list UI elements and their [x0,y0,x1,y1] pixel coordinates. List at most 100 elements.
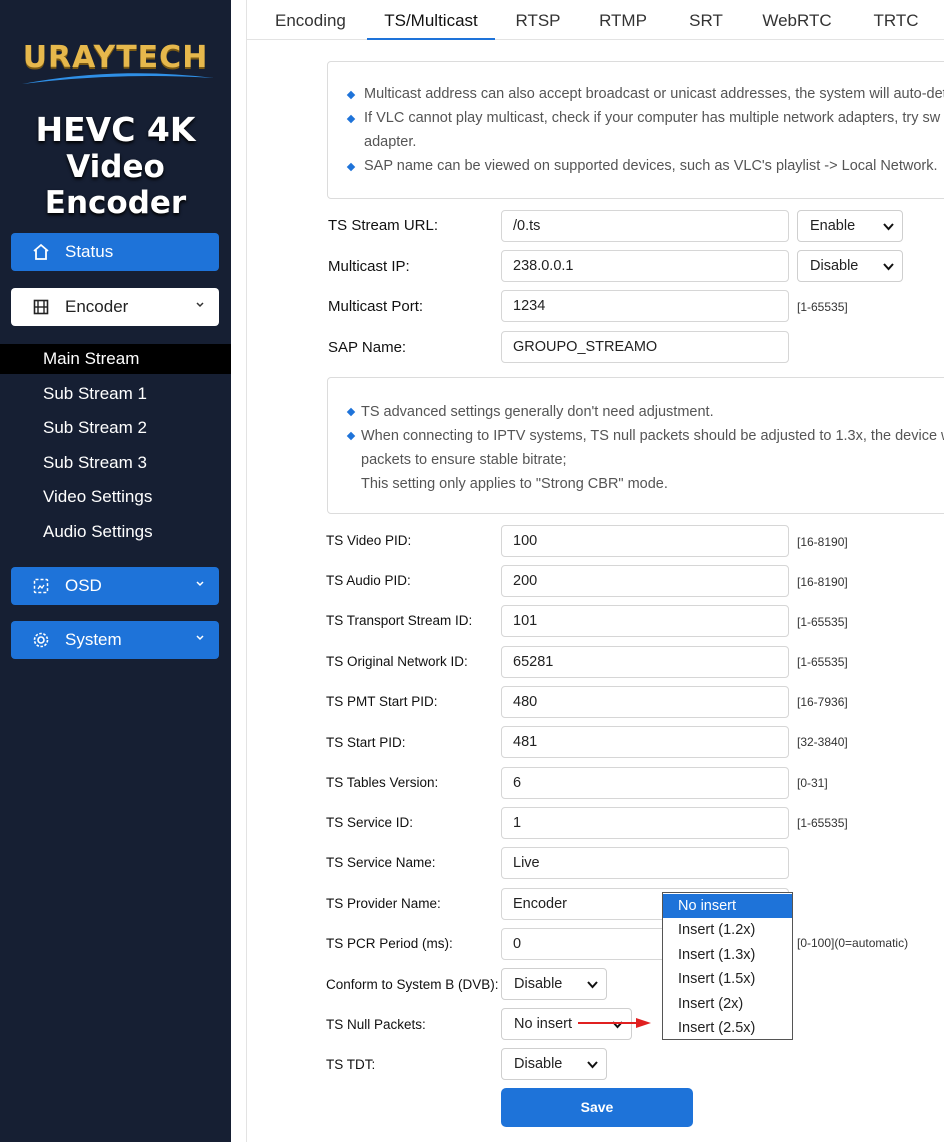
ts-provider-name-label: TS Provider Name: [326,896,441,911]
dropdown-option-insert-2-5x[interactable]: Insert (2.5x) [663,1016,792,1040]
select-value: No insert [514,1016,573,1032]
multicast-notice: Multicast address can also accept broadc… [327,61,944,199]
ts-null-packets-label: TS Null Packets: [326,1017,426,1032]
gear-icon [31,630,51,650]
chevron-down-icon [196,635,204,641]
ts-transport-stream-id-label: TS Transport Stream ID: [326,613,473,628]
sidebar-item-sub-stream-2[interactable]: Sub Stream 2 [0,413,231,443]
tab-rtsp[interactable]: RTSP [513,0,563,40]
sidebar-item-sub-stream-3[interactable]: Sub Stream 3 [0,448,231,478]
panel-border [246,0,247,1142]
home-icon [31,242,51,262]
chevron-down-icon [587,1061,598,1069]
bullet-icon [346,431,356,441]
ts-video-pid-input[interactable]: 100 [501,525,789,557]
dvb-conform-select[interactable]: Disable [501,968,607,1000]
nav-encoder-button[interactable]: Encoder [11,288,219,326]
bullet-icon [346,162,356,172]
nav-encoder-label: Encoder [65,297,129,316]
notice-line: SAP name can be viewed on supported devi… [364,158,938,174]
multicast-select[interactable]: Disable [797,250,903,282]
select-value: Disable [810,258,859,274]
osd-icon [31,576,51,596]
chevron-down-icon [196,581,204,587]
notice-line: Multicast address can also accept broadc… [364,86,944,102]
save-button[interactable]: Save [501,1088,693,1127]
ts-start-pid-input[interactable]: 481 [501,726,789,758]
ts-video-pid-range: [16-8190] [797,535,848,549]
ts-advanced-notice: TS advanced settings generally don't nee… [327,377,944,514]
nav-status-button[interactable]: Status [11,233,219,271]
nav-osd-button[interactable]: OSD [11,567,219,605]
select-value: Disable [514,976,563,992]
tab-encoding[interactable]: Encoding [275,0,346,40]
ts-service-name-input[interactable]: Live [501,847,789,879]
nav-status-label: Status [65,242,114,261]
notice-line: adapter. [364,134,417,150]
dropdown-option-insert-2x[interactable]: Insert (2x) [663,992,792,1016]
bullet-icon [346,114,356,124]
sidebar-item-audio-settings[interactable]: Audio Settings [0,517,231,547]
bullet-icon [346,90,356,100]
dropdown-option-insert-1-2x[interactable]: Insert (1.2x) [663,918,792,942]
select-value: Enable [810,218,856,234]
ts-original-network-id-range: [1-65535] [797,655,848,669]
dvb-conform-label: Conform to System B (DVB): [326,977,499,992]
dropdown-option-insert-1-5x[interactable]: Insert (1.5x) [663,967,792,991]
ts-transport-stream-id-input[interactable]: 101 [501,605,789,637]
dropdown-option-insert-1-3x[interactable]: Insert (1.3x) [663,943,792,967]
notice-line: When connecting to IPTV systems, TS null… [361,428,944,444]
tab-ts-multicast[interactable]: TS/Multicast [367,0,495,40]
ts-service-id-input[interactable]: 1 [501,807,789,839]
sap-name-label: SAP Name: [328,339,407,356]
ts-stream-url-input[interactable]: /0.ts [501,210,789,242]
chevron-down-icon [883,263,894,271]
dropdown-option-no-insert[interactable]: No insert [663,894,792,918]
ts-pcr-period-range: [0-100](0=automatic) [797,936,909,950]
sidebar: URAYTECH HEVC 4K Video Encoder Status En… [0,0,231,1142]
ts-start-pid-range: [32-3840] [797,735,848,749]
sidebar-item-main-stream[interactable]: Main Stream [0,344,231,374]
ts-audio-pid-input[interactable]: 200 [501,565,789,597]
bullet-icon [346,407,356,417]
tab-srt[interactable]: SRT [687,0,725,40]
tab-trtc[interactable]: TRTC [871,0,921,40]
ts-video-pid-label: TS Video PID: [326,533,412,548]
nav-system-button[interactable]: System [11,621,219,659]
ts-stream-url-select[interactable]: Enable [797,210,903,242]
null-packets-dropdown-menu: No insert Insert (1.2x) Insert (1.3x) In… [662,892,793,1040]
chevron-down-icon [196,302,204,308]
select-value: Disable [514,1056,563,1072]
sidebar-item-sub-stream-1[interactable]: Sub Stream 1 [0,379,231,409]
ts-tdt-select[interactable]: Disable [501,1048,607,1080]
ts-tables-version-label: TS Tables Version: [326,775,439,790]
ts-tables-version-input[interactable]: 6 [501,767,789,799]
film-icon [31,297,51,317]
ts-pcr-period-label: TS PCR Period (ms): [326,936,453,951]
product-title-line2: Video Encoder [44,149,187,221]
ts-original-network-id-label: TS Original Network ID: [326,654,468,669]
chevron-down-icon [587,981,598,989]
logo-swoosh [22,73,214,84]
product-title-line1: HEVC 4K [35,110,196,149]
multicast-ip-input[interactable]: 238.0.0.1 [501,250,789,282]
ts-audio-pid-range: [16-8190] [797,575,848,589]
ts-pmt-start-pid-input[interactable]: 480 [501,686,789,718]
red-arrow-icon [578,1018,651,1028]
ts-pmt-start-pid-range: [16-7936] [797,695,848,709]
sap-name-input[interactable]: GROUPO_STREAMO [501,331,789,363]
notice-line: packets to ensure stable bitrate; [361,452,567,468]
multicast-port-input[interactable]: 1234 [501,290,789,322]
tab-rtmp[interactable]: RTMP [597,0,649,40]
notice-line: If VLC cannot play multicast, check if y… [364,110,941,126]
chevron-down-icon [883,223,894,231]
sidebar-item-video-settings[interactable]: Video Settings [0,482,231,512]
ts-service-id-label: TS Service ID: [326,815,414,830]
nav-osd-label: OSD [65,576,102,595]
tab-webrtc[interactable]: WebRTC [761,0,833,40]
ts-transport-stream-id-range: [1-65535] [797,615,848,629]
ts-original-network-id-input[interactable]: 65281 [501,646,789,678]
ts-stream-url-label: TS Stream URL: [328,217,439,234]
ts-start-pid-label: TS Start PID: [326,735,406,750]
tab-bar: Encoding TS/Multicast RTSP RTMP SRT WebR… [247,0,944,40]
